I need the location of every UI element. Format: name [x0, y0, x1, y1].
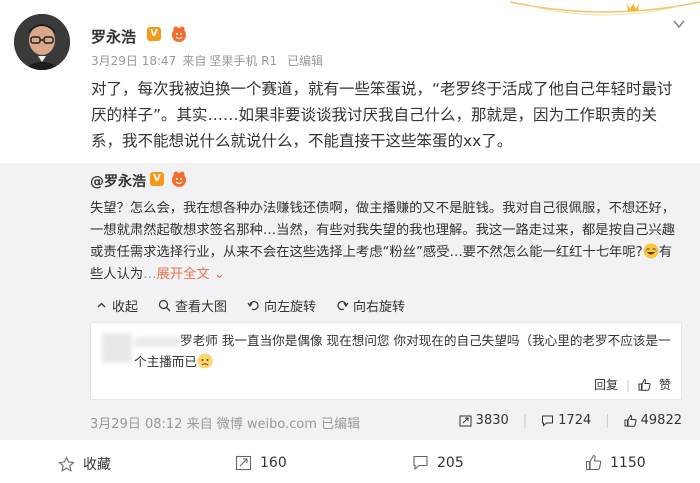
avatar[interactable]: [14, 14, 70, 70]
retweet-verified-badge: V: [150, 172, 164, 186]
comment-like-button[interactable]: 赞: [659, 376, 671, 393]
retweet-image-actions: 收起 查看大图 向左旋转 向右旋转: [95, 296, 405, 315]
author-name[interactable]: 罗永浩: [91, 26, 136, 47]
divider: |: [626, 377, 631, 392]
share-icon: [235, 455, 252, 471]
rotate-left-button[interactable]: 向左旋转: [247, 296, 316, 315]
retweet-comment-count: 1724: [558, 413, 592, 428]
like-count: 1150: [610, 454, 646, 471]
repost-button[interactable]: 160: [235, 454, 287, 471]
retweet-comment-count-button[interactable]: 1724: [541, 413, 591, 428]
retweet-text: 失望？怎么会，我在想各种办法赚钱还债啊，做主播赚的又不是脏钱。我对自己很佩服，不…: [90, 201, 676, 260]
retweet-member-badge-icon[interactable]: [170, 170, 188, 188]
retweet-repost-count-button[interactable]: 3830: [459, 413, 509, 428]
laugh-emoji-icon: [643, 243, 659, 259]
post-action-bar: 收藏 160 205 1150: [0, 446, 700, 483]
comment-text: 罗老师 我一直当你是偶像 现在想问您 你对现在的自己失望吗（我心里的老罗不应该是…: [134, 333, 671, 369]
retweet-repost-count: 3830: [475, 413, 509, 428]
expand-full-text-link[interactable]: 展开全文: [156, 267, 209, 282]
comment-icon: [542, 415, 554, 427]
sad-emoji-icon: [197, 353, 213, 369]
divider: |: [605, 413, 610, 428]
retweet-date[interactable]: 3月29日 08:12: [90, 417, 182, 432]
view-large-image-label: 查看大图: [175, 300, 228, 315]
member-badge-icon[interactable]: [170, 25, 188, 43]
rotate-right-label: 向右旋转: [353, 300, 406, 315]
star-icon: [58, 455, 75, 472]
comment-reply-button[interactable]: 回复: [594, 376, 618, 393]
blurred-commenter-avatar: [102, 333, 132, 363]
retweet-source-prefix: 来自: [186, 417, 213, 432]
favorite-label: 收藏: [83, 457, 111, 473]
retweet-like-count-button[interactable]: 49822: [624, 413, 682, 428]
comment-text-block: 罗老师 我一直当你是偶像 现在想问您 你对现在的自己失望吗（我心里的老罗不应该是…: [134, 330, 674, 372]
retweet-source[interactable]: 微博 weibo.com: [217, 417, 317, 432]
chevron-down-icon[interactable]: ⌄: [210, 267, 225, 282]
rotate-left-icon: [247, 300, 259, 311]
thumbs-up-icon: [585, 454, 602, 471]
rotate-right-icon: [337, 300, 349, 311]
view-large-image-button[interactable]: 查看大图: [158, 296, 227, 315]
retweet-like-count: 49822: [640, 413, 682, 428]
verified-badge: V: [147, 27, 161, 41]
comment-icon: [413, 455, 428, 471]
favorite-button[interactable]: 收藏: [58, 454, 111, 474]
thumbs-up-icon: [624, 414, 637, 427]
post-text: 对了，每次我被迫换一个赛道，就有一些笨蛋说，“老罗终于活成了他自己年轻时最讨厌的…: [91, 80, 673, 150]
retweet-edited[interactable]: 已编辑: [321, 417, 360, 432]
post-meta: 3月29日 18:47 来自 坚果手机 R1 已编辑: [91, 52, 329, 69]
post-source-prefix: 来自: [182, 54, 207, 68]
retweet-author[interactable]: @罗永浩: [90, 171, 146, 191]
repost-count: 160: [260, 454, 287, 471]
comment-button[interactable]: 205: [412, 454, 464, 471]
post-date[interactable]: 3月29日 18:47: [91, 54, 176, 68]
share-icon: [459, 415, 472, 427]
rotate-left-label: 向左旋转: [264, 300, 317, 315]
chevron-down-icon[interactable]: [672, 16, 686, 30]
comment-actions: 回复 | 赞: [594, 376, 671, 393]
post-edited[interactable]: 已编辑: [287, 54, 323, 68]
rotate-right-button[interactable]: 向右旋转: [336, 296, 405, 315]
retweet-text-block: 失望？怎么会，我在想各种办法赚钱还债啊，做主播赚的又不是脏钱。我对自己很佩服，不…: [90, 201, 676, 282]
blurred-commenter-name: [134, 336, 180, 347]
like-button[interactable]: 1150: [585, 454, 646, 471]
thumbs-up-icon[interactable]: [638, 378, 651, 391]
post-source[interactable]: 坚果手机 R1: [209, 54, 277, 68]
collapse-button[interactable]: 收起: [95, 296, 138, 315]
collapse-label: 收起: [112, 300, 139, 315]
collapse-icon: [97, 302, 106, 308]
divider: |: [522, 413, 528, 428]
comment-count: 205: [437, 454, 464, 471]
zoom-icon: [158, 299, 171, 312]
